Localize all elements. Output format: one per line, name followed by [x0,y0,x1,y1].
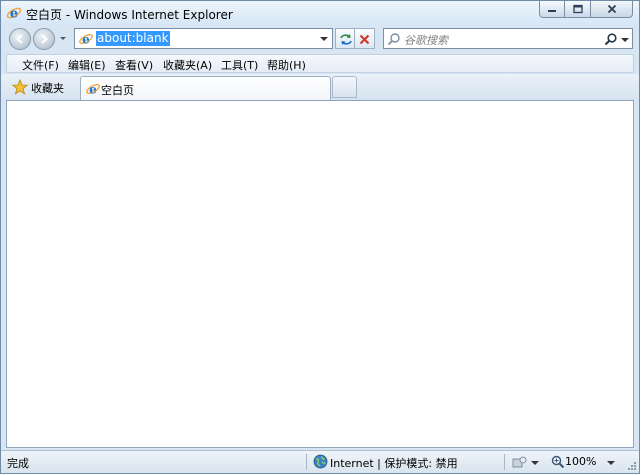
ie-logo-icon: e [6,7,22,22]
title-bar: e 空白页 - Windows Internet Explorer [1,1,639,25]
new-tab-button[interactable] [332,76,357,98]
svg-text:e: e [10,7,18,22]
favorites-button[interactable]: 收藏夹 [9,77,77,97]
back-button[interactable] [9,28,31,50]
chevron-down-icon[interactable] [531,460,539,466]
tab-bar: 收藏夹 e 空白页 [1,74,639,100]
menu-file[interactable]: 文件(F) [22,57,59,73]
menu-favorites[interactable]: 收藏夹(A) [163,57,212,73]
refresh-icon [340,34,352,45]
stop-button[interactable] [355,28,375,49]
tab-label: 空白页 [101,84,134,97]
navigation-bar: e about:blank 谷歌搜索 [1,25,639,52]
back-arrow-icon [15,34,23,44]
tab-blank-page[interactable]: e 空白页 [80,76,331,100]
page-ie-icon: e [79,33,93,47]
refresh-button[interactable] [335,28,355,49]
status-text: 完成 [7,457,29,470]
star-icon [12,79,28,95]
minimize-button[interactable] [539,1,565,18]
resize-grip-icon[interactable] [627,461,637,471]
ie-window: e 空白页 - Windows Internet Explorer e abou… [0,0,640,474]
search-icon[interactable] [604,32,618,46]
chevron-down-icon[interactable] [320,36,328,42]
address-bar[interactable]: e about:blank [74,28,333,49]
magnifier-icon [551,455,565,469]
caption-buttons [539,1,633,18]
address-input[interactable]: about:blank [96,31,170,46]
chevron-down-icon[interactable] [607,460,615,466]
forward-arrow-icon [41,34,49,44]
status-divider [306,454,307,470]
menu-view[interactable]: 查看(V) [115,57,153,73]
search-options-dropdown-icon[interactable] [621,37,629,43]
menu-bar: 文件(F) 编辑(E) 查看(V) 收藏夹(A) 工具(T) 帮助(H) [6,54,634,73]
close-icon [607,4,616,14]
menu-edit[interactable]: 编辑(E) [68,57,106,73]
zoom-level[interactable]: 100% [565,455,596,468]
menu-help[interactable]: 帮助(H) [267,57,306,73]
window-title: 空白页 - Windows Internet Explorer [26,8,233,22]
stop-icon [359,34,370,45]
search-input[interactable]: 谷歌搜索 [404,32,448,48]
security-zone-text[interactable]: Internet | 保护模式: 禁用 [330,455,458,471]
svg-text:e: e [89,83,97,97]
globe-icon [313,454,328,469]
favorites-label: 收藏夹 [31,82,64,95]
status-bar: 完成 Internet | 保护模式: 禁用 100% [1,450,639,473]
page-content[interactable] [6,100,634,448]
search-box[interactable]: 谷歌搜索 [383,28,633,49]
maximize-icon [572,4,583,14]
status-divider [504,454,505,470]
maximize-button[interactable] [565,1,591,18]
addons-icon[interactable] [511,455,527,469]
minimize-icon [548,10,556,12]
forward-button[interactable] [33,28,55,50]
recent-pages-dropdown-icon[interactable] [59,33,67,43]
close-window-button[interactable] [591,1,633,18]
svg-text:e: e [82,33,90,47]
ie-logo-icon: e [86,83,100,97]
menu-tools[interactable]: 工具(T) [221,57,258,73]
search-provider-icon [387,33,400,46]
